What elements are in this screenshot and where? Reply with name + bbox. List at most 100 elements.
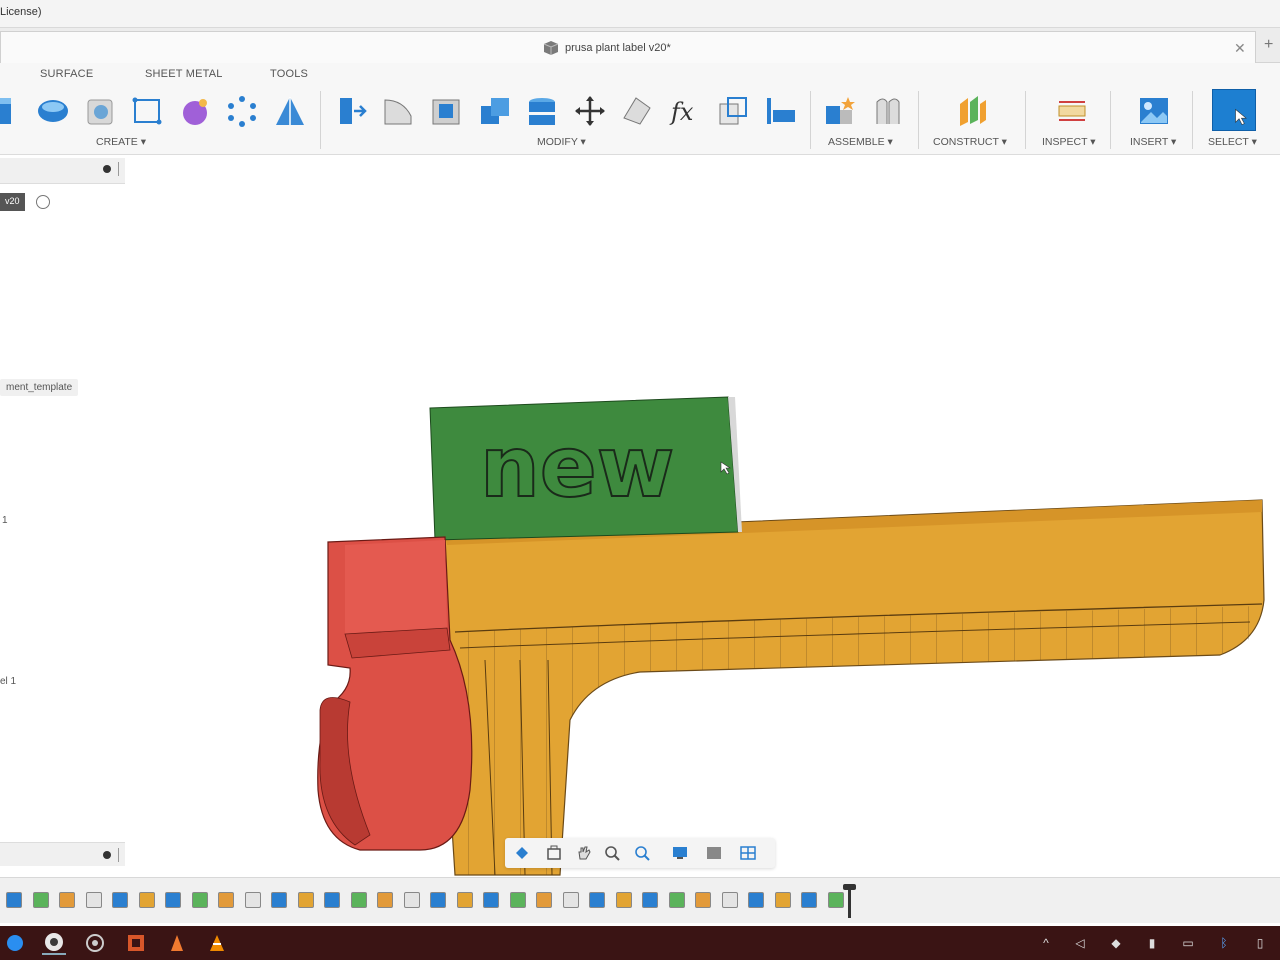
bluetooth-icon[interactable]: ᛒ xyxy=(1216,935,1232,951)
timeline-feature[interactable] xyxy=(615,892,632,908)
tab-tools[interactable]: TOOLS xyxy=(270,68,308,80)
pin-icon[interactable] xyxy=(103,165,111,173)
form-icon[interactable] xyxy=(178,93,214,129)
extrude-icon[interactable] xyxy=(0,93,22,129)
timeline-feature[interactable] xyxy=(483,892,499,908)
vlc-icon[interactable] xyxy=(205,931,229,955)
parameters-icon[interactable]: fx xyxy=(667,93,703,129)
timeline-feature[interactable] xyxy=(642,892,658,908)
timeline-feature[interactable] xyxy=(801,892,817,908)
timeline-feature[interactable] xyxy=(695,892,711,908)
timeline-feature[interactable] xyxy=(32,892,49,908)
align-icon[interactable] xyxy=(619,93,655,129)
timeline-feature[interactable] xyxy=(668,892,685,908)
timeline-feature[interactable] xyxy=(271,892,287,908)
timeline-feature[interactable] xyxy=(244,892,261,908)
browser-item-template[interactable]: ment_template xyxy=(0,379,79,396)
pattern-icon[interactable] xyxy=(224,93,260,129)
display-settings-icon[interactable] xyxy=(669,844,691,862)
timeline-feature[interactable] xyxy=(6,892,22,908)
timeline-marker[interactable] xyxy=(848,886,851,918)
offset-plane-icon[interactable] xyxy=(955,93,991,129)
notification-icon[interactable]: ▯ xyxy=(1252,935,1268,951)
timeline-feature[interactable] xyxy=(112,892,128,908)
timeline-feature[interactable] xyxy=(165,892,181,908)
new-tab-icon[interactable]: + xyxy=(1264,36,1273,54)
tab-sheet-metal[interactable]: SHEET METAL xyxy=(145,68,223,80)
timeline-feature[interactable] xyxy=(350,892,367,908)
start-icon[interactable] xyxy=(3,931,27,955)
timeline-feature[interactable] xyxy=(324,892,340,908)
document-tab[interactable]: prusa plant label v20* ✕ xyxy=(0,31,1256,63)
timeline-feature[interactable] xyxy=(589,892,605,908)
battery-icon[interactable]: ▭ xyxy=(1180,935,1196,951)
zoom-window-icon[interactable] xyxy=(601,844,623,862)
assemble-menu[interactable]: ASSEMBLE ▾ xyxy=(828,136,893,148)
network-icon[interactable]: ◆ xyxy=(1108,935,1124,951)
revolve-icon[interactable] xyxy=(35,93,71,129)
fillet-icon[interactable] xyxy=(380,93,416,129)
timeline-feature[interactable] xyxy=(536,892,552,908)
measure-icon[interactable] xyxy=(1054,93,1090,129)
shell-icon[interactable] xyxy=(428,93,464,129)
new-component-icon[interactable] xyxy=(822,93,858,129)
timeline-feature[interactable] xyxy=(297,892,314,908)
os-taskbar: ^ ◁ ◆ ▮ ▭ ᛒ ▯ xyxy=(0,926,1280,960)
construct-menu[interactable]: CONSTRUCT ▾ xyxy=(933,136,1007,148)
sweep-icon[interactable] xyxy=(83,93,119,129)
select-menu[interactable]: SELECT ▾ xyxy=(1208,136,1257,148)
fusion-app-icon[interactable] xyxy=(124,931,148,955)
obs-icon[interactable] xyxy=(83,931,107,955)
move-icon[interactable] xyxy=(572,93,608,129)
slicer-icon[interactable] xyxy=(165,931,189,955)
insert-menu[interactable]: INSERT ▾ xyxy=(1130,136,1176,148)
timeline-feature[interactable] xyxy=(562,892,579,908)
pin-icon[interactable] xyxy=(103,851,111,859)
press-pull-icon[interactable] xyxy=(333,93,369,129)
mirror-icon[interactable] xyxy=(272,93,308,129)
zoom-icon[interactable] xyxy=(631,844,653,862)
close-tab-icon[interactable]: ✕ xyxy=(1234,40,1246,57)
timeline-feature[interactable] xyxy=(191,892,208,908)
timeline-marker-handle[interactable] xyxy=(843,884,856,890)
joint-icon[interactable] xyxy=(870,93,906,129)
scale-icon[interactable] xyxy=(715,93,751,129)
combine-icon[interactable] xyxy=(477,93,513,129)
orbit-icon[interactable] xyxy=(511,844,533,862)
timeline-feature[interactable] xyxy=(377,892,393,908)
timeline-feature[interactable] xyxy=(430,892,446,908)
browser-item-body[interactable]: 1 xyxy=(2,515,8,526)
grid-snap-icon[interactable] xyxy=(703,844,725,862)
browser-item-label[interactable]: el 1 xyxy=(0,676,16,687)
timeline-feature[interactable] xyxy=(509,892,526,908)
timeline-feature[interactable] xyxy=(748,892,764,908)
tray-chevron-icon[interactable]: ^ xyxy=(1038,935,1054,951)
microphone-icon[interactable]: ▮ xyxy=(1144,935,1160,951)
tab-surface[interactable]: SURFACE xyxy=(40,68,93,80)
canvas-viewport[interactable]: new xyxy=(300,380,1280,880)
timeline-feature[interactable] xyxy=(827,892,844,908)
timeline-feature[interactable] xyxy=(59,892,75,908)
viewports-icon[interactable] xyxy=(737,844,759,862)
insert-image-icon[interactable] xyxy=(1136,93,1172,129)
activate-radio-icon[interactable] xyxy=(36,195,50,209)
volume-icon[interactable]: ◁ xyxy=(1072,935,1088,951)
offset-face-icon[interactable] xyxy=(524,93,560,129)
timeline-feature[interactable] xyxy=(721,892,738,908)
modify-menu[interactable]: MODIFY ▾ xyxy=(537,136,586,148)
split-body-icon[interactable] xyxy=(762,93,798,129)
svg-text:fx: fx xyxy=(669,98,694,126)
timeline-feature[interactable] xyxy=(403,892,420,908)
create-menu[interactable]: CREATE ▾ xyxy=(96,136,146,148)
timeline-feature[interactable] xyxy=(218,892,234,908)
inspect-menu[interactable]: INSPECT ▾ xyxy=(1042,136,1096,148)
chrome-icon[interactable] xyxy=(42,931,66,955)
select-button[interactable] xyxy=(1212,89,1256,131)
timeline-feature[interactable] xyxy=(774,892,791,908)
timeline-feature[interactable] xyxy=(138,892,155,908)
sketch-rectangle-icon[interactable] xyxy=(129,93,165,129)
pan-icon[interactable] xyxy=(573,844,595,862)
look-at-icon[interactable] xyxy=(543,844,565,862)
timeline-feature[interactable] xyxy=(85,892,102,908)
timeline-feature[interactable] xyxy=(456,892,473,908)
